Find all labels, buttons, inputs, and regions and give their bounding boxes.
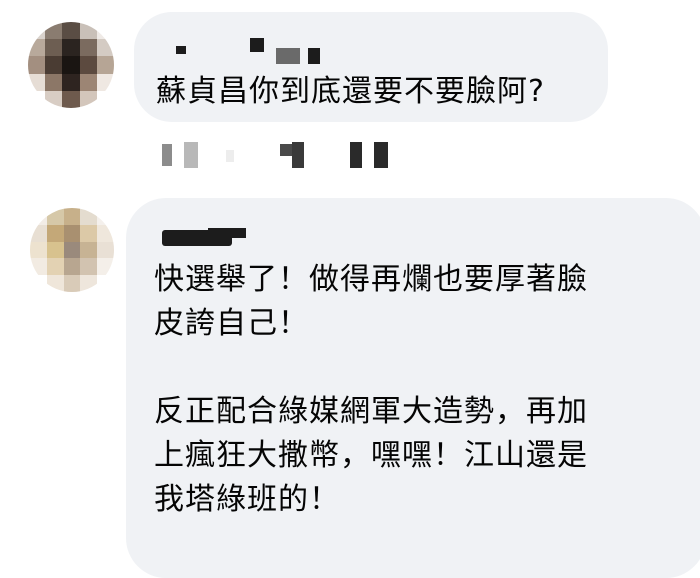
comment-text: 蘇貞昌你到底還要不要臉阿?: [156, 74, 545, 109]
redacted-author-name: [176, 46, 186, 54]
comment-actions-redacted: [162, 142, 402, 172]
redacted-author-name: [276, 48, 300, 64]
redacted-author-name: [208, 228, 246, 238]
redacted-author-name: [250, 38, 264, 52]
commenter-avatar[interactable]: [28, 22, 114, 108]
commenter-avatar[interactable]: [30, 208, 114, 292]
comment-text: 快選舉了！做得再爛也要厚著臉 皮誇自己！ 反正配合綠媒網軍大造勢，再加 上瘋狂大…: [154, 262, 588, 517]
redacted-author-name: [308, 48, 320, 64]
